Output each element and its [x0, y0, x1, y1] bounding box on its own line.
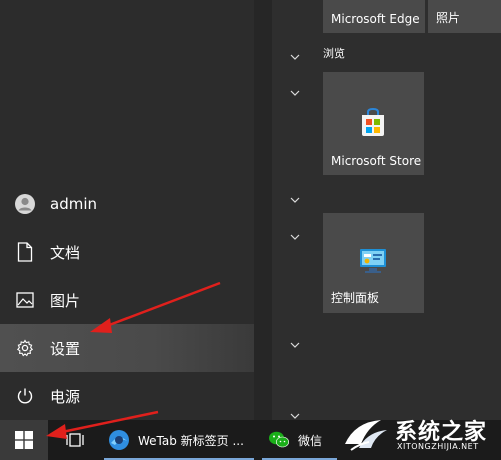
watermark-subtitle: XITONGZHIJIA.NET — [397, 442, 479, 451]
site-watermark: 系统之家 XITONGZHIJIA.NET — [335, 408, 501, 460]
annotation-arrows — [46, 281, 221, 439]
watermark-logo-icon — [345, 420, 387, 451]
arrow-to-settings — [90, 281, 221, 333]
arrow-to-start-button — [46, 410, 159, 439]
